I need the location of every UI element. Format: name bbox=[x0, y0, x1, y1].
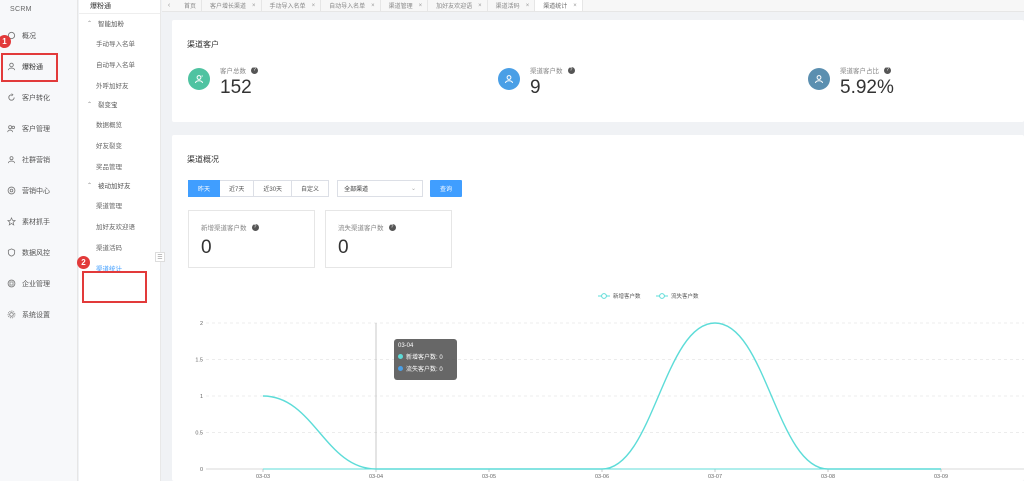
x-tick-label: 03-08 bbox=[821, 474, 835, 480]
y-tick-label: 2 bbox=[200, 321, 203, 327]
tooltip-dot-icon bbox=[398, 366, 403, 371]
tooltip-dot-icon bbox=[398, 354, 403, 359]
legend-marker-icon bbox=[601, 293, 607, 299]
x-tick-label: 03-05 bbox=[482, 474, 496, 480]
y-tick-label: 1.5 bbox=[195, 358, 203, 364]
step-marker-2: 2 bbox=[77, 256, 90, 269]
tooltip-row-label: 流失客户数: 0 bbox=[406, 367, 443, 373]
x-tick-label: 03-06 bbox=[595, 474, 609, 480]
channel-trend-chart: 0 0.5 1 1.5 2 03-03 03-04 03-05 03-06 03-07 03-08 0… bbox=[195, 292, 1024, 480]
tooltip-row: 新增客户数: 0 bbox=[398, 352, 453, 361]
x-tick-label: 03-09 bbox=[934, 474, 948, 480]
tooltip-row: 流失客户数: 0 bbox=[398, 364, 453, 373]
legend-label: 流失客户数 bbox=[671, 292, 699, 300]
highlight-box-subnav bbox=[82, 271, 147, 303]
x-tick-label: 03-07 bbox=[708, 474, 722, 480]
y-tick-label: 0 bbox=[200, 467, 203, 473]
x-tick-label: 03-04 bbox=[369, 474, 383, 480]
legend-label: 新增客户数 bbox=[613, 292, 641, 300]
x-tick-label: 03-03 bbox=[256, 474, 270, 480]
tooltip-row-label: 新增客户数: 0 bbox=[406, 355, 443, 361]
highlight-box-nav bbox=[1, 53, 58, 82]
legend-marker-icon bbox=[659, 293, 665, 299]
y-tick-label: 0.5 bbox=[195, 431, 203, 437]
y-tick-label: 1 bbox=[200, 394, 203, 400]
chart-tooltip: 03-04 新增客户数: 0 流失客户数: 0 bbox=[394, 339, 457, 380]
tooltip-title: 03-04 bbox=[398, 343, 414, 349]
